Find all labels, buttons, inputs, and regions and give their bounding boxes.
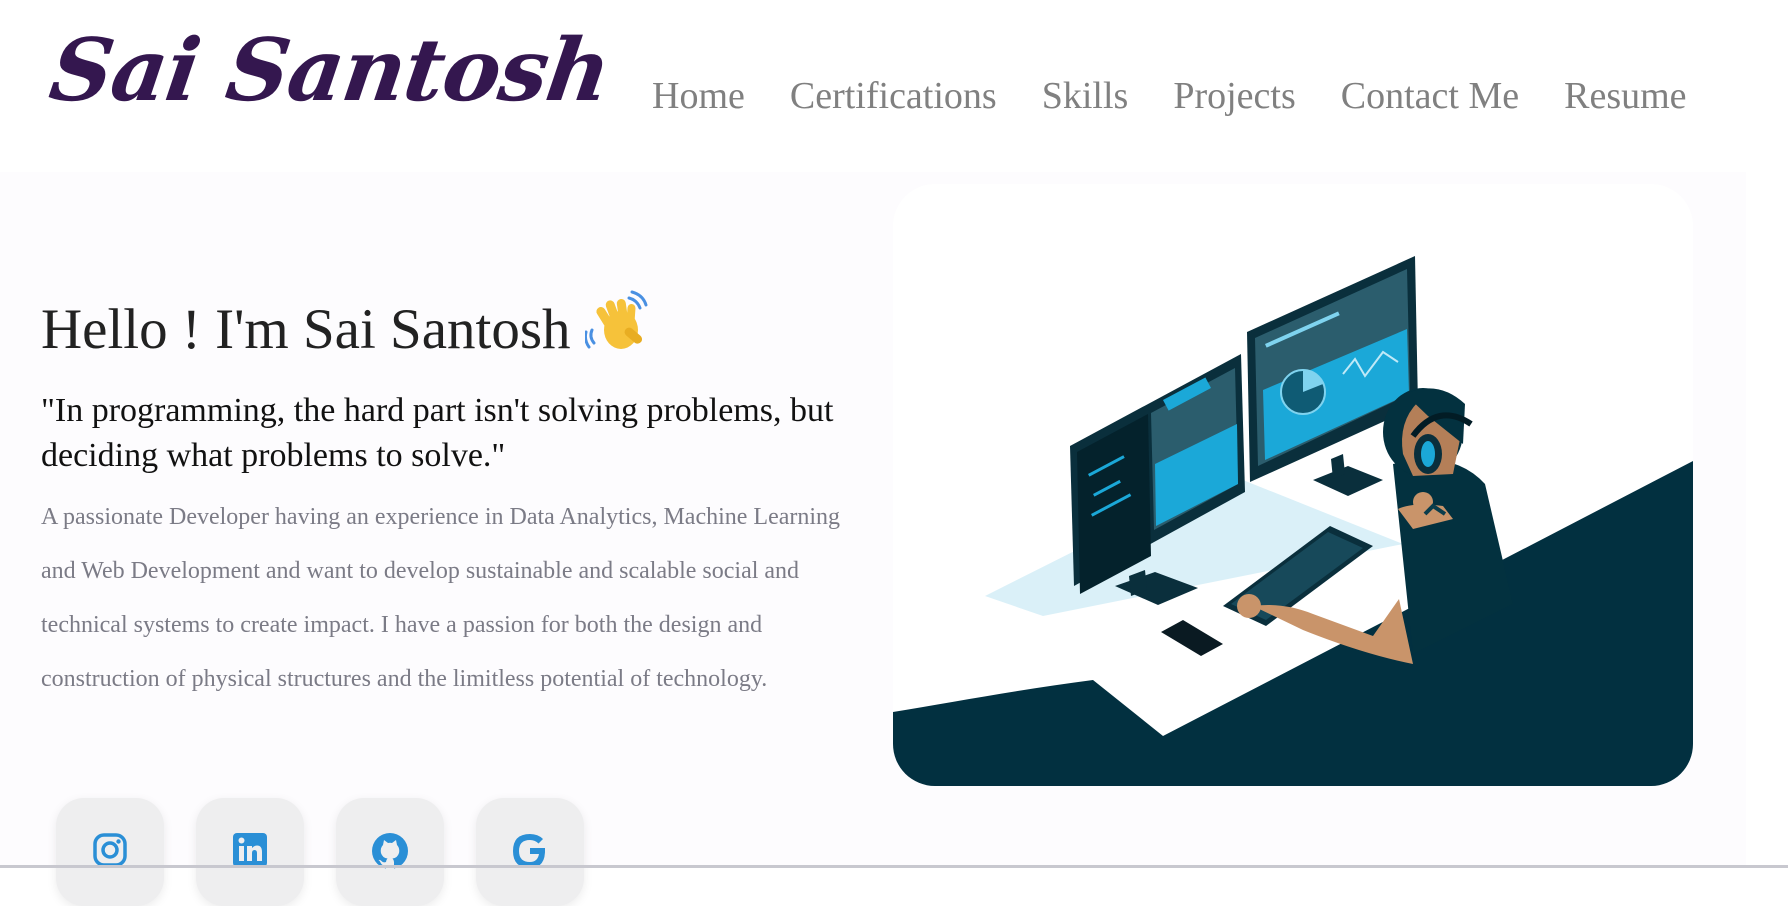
site-header: Sai Santosh Home Certifications Skills P… xyxy=(0,0,1788,172)
nav-home-link[interactable]: Home xyxy=(652,74,745,118)
hero-greeting: Hello ! I'm Sai Santosh xyxy=(41,290,649,368)
google-link[interactable] xyxy=(476,798,584,906)
greeting-text: Hello ! I'm Sai Santosh xyxy=(41,298,571,361)
main-nav: Home Certifications Skills Projects Cont… xyxy=(652,74,1732,118)
nav-contact-link[interactable]: Contact Me xyxy=(1341,74,1519,118)
nav-resume-link[interactable]: Resume xyxy=(1564,74,1686,118)
hero-quote: "In programming, the hard part isn't sol… xyxy=(41,392,834,474)
developer-illustration xyxy=(893,184,1693,786)
waving-hand-icon xyxy=(583,290,649,368)
github-link[interactable] xyxy=(336,798,444,906)
hero-about: A passionate Developer having an experie… xyxy=(41,504,841,692)
instagram-link[interactable] xyxy=(56,798,164,906)
nav-certifications-link[interactable]: Certifications xyxy=(790,74,997,118)
linkedin-link[interactable] xyxy=(196,798,304,906)
instagram-icon xyxy=(93,833,127,867)
site-logo[interactable]: Sai Santosh xyxy=(44,20,616,121)
nav-projects-link[interactable]: Projects xyxy=(1173,74,1295,118)
social-links xyxy=(56,798,616,906)
nav-skills-link[interactable]: Skills xyxy=(1042,74,1129,118)
linkedin-icon xyxy=(233,833,267,867)
